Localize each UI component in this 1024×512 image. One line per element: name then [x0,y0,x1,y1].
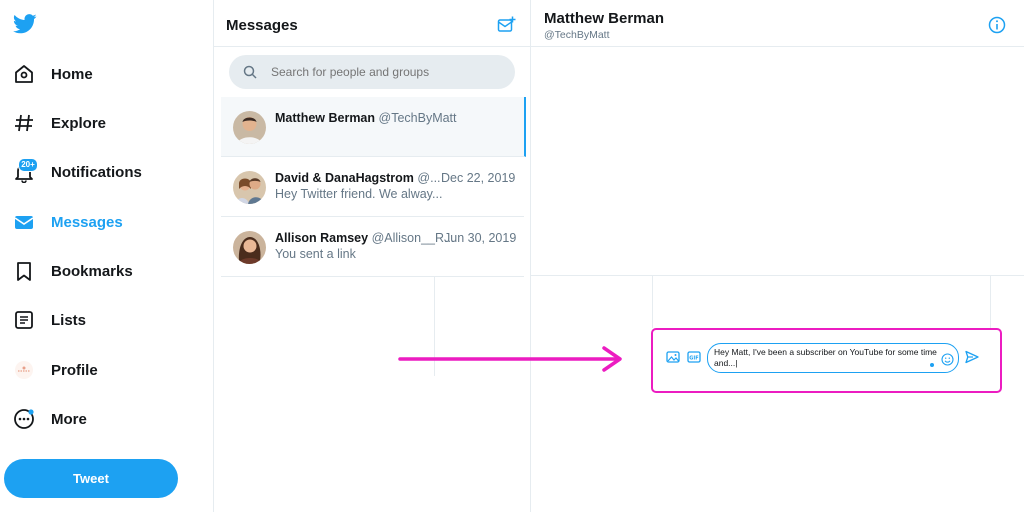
envelope-icon [13,211,35,233]
home-icon [13,63,35,85]
more-icon [13,408,35,430]
conversation-item[interactable]: David & DanaHagstrom @... Dec 22, 2019 H… [221,157,524,217]
search-input[interactable] [269,64,503,80]
nav-item-more[interactable]: More [0,399,200,439]
divider [652,276,653,328]
message-input[interactable]: Hey Matt, I've been a subscriber on YouT… [707,343,959,373]
nav-item-bookmarks[interactable]: Bookmarks [0,251,200,291]
conversation-header: David & DanaHagstrom @... Dec 22, 2019 [275,171,515,185]
nav-label-lists: Lists [51,311,87,329]
conversation-item[interactable]: Matthew Berman @TechByMatt [221,97,526,157]
notifications-badge: 20+ [18,158,38,172]
nav-item-home[interactable]: Home [0,54,200,94]
info-icon[interactable] [988,16,1006,34]
nav-label-more: More [51,410,87,428]
conversation-item[interactable]: Allison Ramsey @Allison__R... Jun 30, 20… [221,217,524,277]
annotation-arrow [398,344,628,374]
nav-label-notifications: Notifications [51,163,142,181]
chat-name: Matthew Berman [544,10,665,27]
avatar [233,111,266,144]
conversation-date: Dec 22, 2019 [441,171,516,185]
conversation-preview: Hey Twitter friend. We alway... [275,187,443,201]
gif-icon[interactable]: GIF [686,349,702,365]
divider [990,276,991,328]
nav-label-bookmarks: Bookmarks [51,262,133,280]
search-icon [243,65,257,79]
hashtag-icon [13,112,35,134]
twitter-logo-icon[interactable] [13,14,37,34]
chat-handle: @TechByMatt [544,29,610,41]
nav-label-explore: Explore [51,114,107,132]
avatar [233,231,266,264]
conversation-header: Allison Ramsey @Allison__R... Jun 30, 20… [275,231,516,245]
conversation-date: Jun 30, 2019 [444,231,517,245]
conversation-header: Matthew Berman @TechByMatt [275,111,457,125]
conversation-handle: @TechByMatt [378,111,457,125]
search-field[interactable] [229,55,515,89]
tweet-button[interactable]: Tweet [4,459,178,498]
media-icon[interactable] [665,349,681,365]
conversation-name: Matthew Berman [275,111,376,125]
nav-item-messages[interactable]: Messages [0,202,200,242]
avatar [233,171,266,204]
list-icon [13,309,35,331]
typing-dot-icon [930,363,934,367]
conversation-name: Allison Ramsey [275,231,369,245]
nav-item-explore[interactable]: Explore [0,103,200,143]
nav-label-home: Home [51,65,93,83]
new-message-icon[interactable] [497,16,516,34]
svg-text:GIF: GIF [689,355,698,361]
conversation-handle: @... [417,171,441,185]
message-input-text: Hey Matt, I've been a subscriber on YouT… [714,347,937,368]
emoji-icon[interactable] [941,353,954,366]
nav-item-profile[interactable]: Profile [0,350,200,390]
nav-label-profile: Profile [51,361,98,379]
conversation-handle: @Allison__R... [371,231,455,245]
nav-label-messages: Messages [51,213,123,231]
messages-title: Messages [226,17,298,34]
profile-avatar-icon [13,359,35,381]
divider [531,275,1024,276]
nav-item-lists[interactable]: Lists [0,300,200,340]
conversation-preview: You sent a link [275,247,356,261]
send-icon[interactable] [964,349,980,365]
bookmark-icon [13,260,35,282]
conversation-name: David & DanaHagstrom [275,171,414,185]
